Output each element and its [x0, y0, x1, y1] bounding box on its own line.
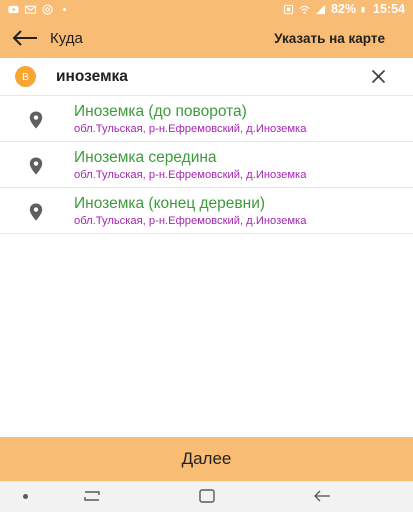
location-pin-icon: [29, 111, 43, 129]
battery-percent: 82%: [330, 2, 357, 16]
arrow-left-icon: [12, 30, 37, 46]
result-item[interactable]: Иноземка середина обл.Тульская, р-н.Ефре…: [0, 142, 413, 188]
search-row: B: [0, 58, 413, 96]
mail-icon: [25, 5, 36, 14]
wifi-icon: [299, 5, 310, 14]
status-bar: 82% 15:54: [0, 0, 413, 18]
back-button[interactable]: [2, 18, 48, 58]
home-icon[interactable]: [197, 488, 217, 504]
status-right: 82% 15:54: [283, 2, 405, 16]
result-address: обл.Тульская, р-н.Ефремовский, д.Иноземк…: [74, 215, 307, 227]
destination-badge: B: [15, 66, 36, 87]
page-title: Куда: [50, 29, 83, 47]
show-on-map-button[interactable]: Указать на карте: [274, 31, 385, 46]
dot-icon: [23, 494, 28, 499]
result-address: обл.Тульская, р-н.Ефремовский, д.Иноземк…: [74, 123, 307, 135]
result-name: Иноземка середина: [74, 149, 217, 166]
nfc-icon: [283, 4, 294, 14]
search-input[interactable]: [56, 63, 346, 90]
result-address: обл.Тульская, р-н.Ефремовский, д.Иноземк…: [74, 169, 307, 181]
at-icon: [42, 3, 53, 15]
status-time: 15:54: [373, 2, 405, 16]
signal-icon: [315, 4, 326, 14]
more-dots-icon: [63, 7, 66, 11]
results-list: Иноземка (до поворота) обл.Тульская, р-н…: [0, 96, 413, 234]
battery-icon: [361, 6, 365, 12]
next-button[interactable]: Далее: [0, 437, 413, 481]
recent-apps-icon[interactable]: [82, 488, 102, 504]
app-bar: Куда Указать на карте: [0, 18, 413, 58]
result-name: Иноземка (до поворота): [74, 103, 247, 120]
youtube-icon: [8, 5, 19, 13]
result-name: Иноземка (конец деревни): [74, 195, 266, 212]
location-pin-icon: [29, 203, 43, 221]
back-icon[interactable]: [312, 488, 332, 504]
result-item[interactable]: Иноземка (до поворота) обл.Тульская, р-н…: [0, 96, 413, 142]
location-pin-icon: [29, 157, 43, 175]
status-left-icons: [8, 3, 70, 15]
clear-search-button[interactable]: [369, 68, 387, 86]
close-icon: [371, 69, 385, 84]
system-nav-bar: [0, 481, 413, 512]
result-item[interactable]: Иноземка (конец деревни) обл.Тульская, р…: [0, 188, 413, 234]
